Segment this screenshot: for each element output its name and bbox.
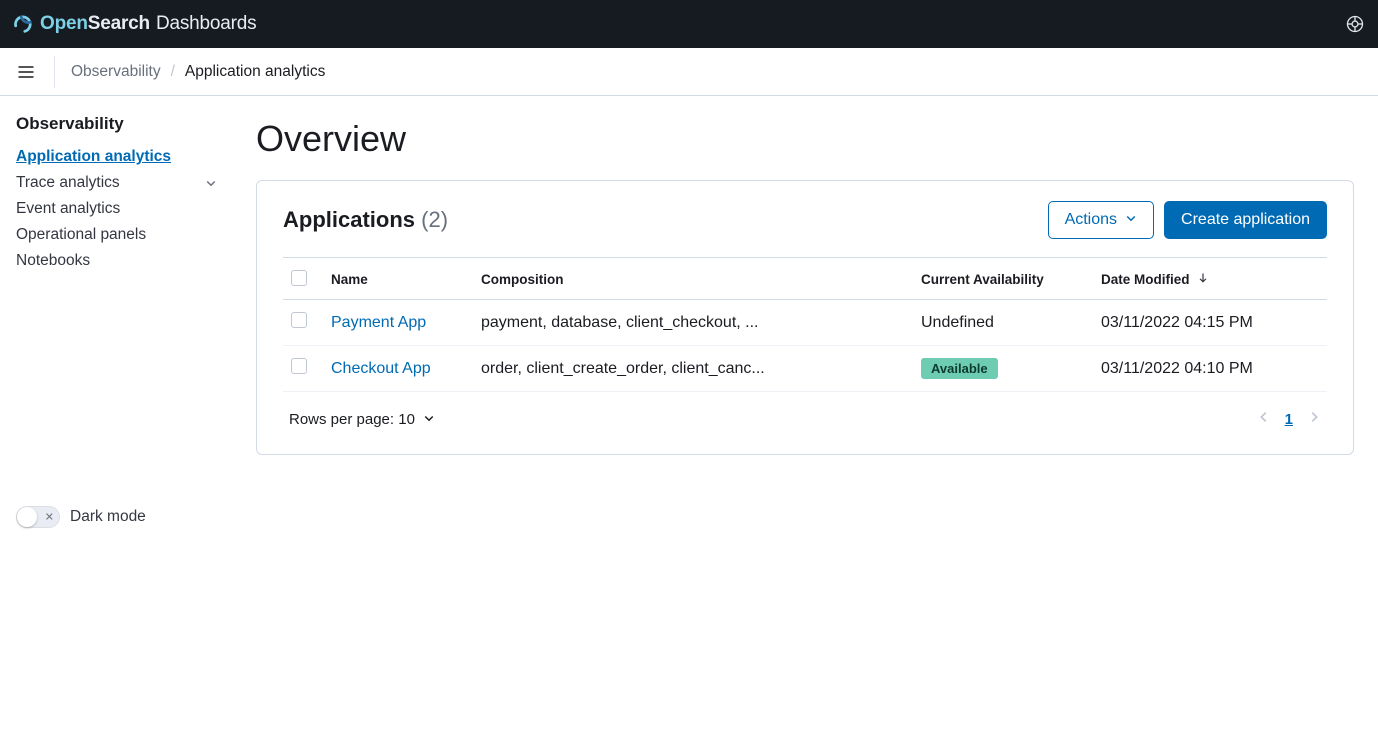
row-composition: payment, database, client_checkout, ... bbox=[473, 300, 913, 346]
sidebar: Observability Application analytics Trac… bbox=[0, 96, 232, 738]
select-all-checkbox[interactable] bbox=[291, 270, 307, 286]
panel-title: Applications (2) bbox=[283, 207, 448, 233]
col-availability[interactable]: Current Availability bbox=[913, 258, 1093, 300]
page-title: Overview bbox=[256, 118, 1354, 160]
breadcrumb-bar: Observability / Application analytics bbox=[0, 48, 1378, 96]
pager-next-icon[interactable] bbox=[1307, 410, 1321, 428]
content-area: Overview Applications (2) Actions Create… bbox=[232, 96, 1378, 738]
sidebar-item-trace-analytics[interactable]: Trace analytics bbox=[16, 170, 219, 196]
dark-mode-label: Dark mode bbox=[70, 508, 146, 526]
help-icon[interactable] bbox=[1344, 13, 1366, 35]
rows-per-page-label: Rows per page: 10 bbox=[289, 411, 415, 428]
menu-toggle-icon[interactable] bbox=[14, 60, 38, 84]
sidebar-item-application-analytics[interactable]: Application analytics bbox=[16, 144, 219, 170]
app-link[interactable]: Checkout App bbox=[331, 360, 431, 377]
sidebar-item-operational-panels[interactable]: Operational panels bbox=[16, 222, 219, 248]
breadcrumb-current: Application analytics bbox=[185, 63, 325, 81]
create-label: Create application bbox=[1181, 211, 1310, 229]
row-checkbox[interactable] bbox=[291, 358, 307, 374]
row-availability: Undefined bbox=[921, 314, 994, 331]
row-date: 03/11/2022 04:15 PM bbox=[1093, 300, 1327, 346]
pager-page-number[interactable]: 1 bbox=[1285, 411, 1293, 428]
table-footer: Rows per page: 10 1 bbox=[283, 392, 1327, 430]
col-date-modified[interactable]: Date Modified bbox=[1093, 258, 1327, 300]
chevron-down-icon bbox=[423, 411, 435, 428]
sidebar-item-label: Operational panels bbox=[16, 226, 146, 244]
divider bbox=[54, 56, 55, 88]
actions-button[interactable]: Actions bbox=[1048, 201, 1154, 239]
app-link[interactable]: Payment App bbox=[331, 314, 426, 331]
rows-per-page-selector[interactable]: Rows per page: 10 bbox=[289, 411, 435, 428]
pager: 1 bbox=[1257, 410, 1321, 428]
panel-title-text: Applications bbox=[283, 207, 415, 232]
opensearch-logo-icon bbox=[12, 13, 34, 35]
col-select-all bbox=[283, 258, 323, 300]
panel-actions: Actions Create application bbox=[1048, 201, 1327, 239]
actions-label: Actions bbox=[1065, 211, 1117, 229]
pager-prev-icon[interactable] bbox=[1257, 410, 1271, 428]
dark-mode-toggle-row: ✕ Dark mode bbox=[16, 506, 146, 528]
table-header-row: Name Composition Current Availability Da… bbox=[283, 258, 1327, 300]
row-date: 03/11/2022 04:10 PM bbox=[1093, 346, 1327, 392]
create-application-button[interactable]: Create application bbox=[1164, 201, 1327, 239]
table-row: Payment App payment, database, client_ch… bbox=[283, 300, 1327, 346]
switch-thumb bbox=[17, 507, 37, 527]
brand[interactable]: OpenSearch Dashboards bbox=[12, 13, 256, 35]
sidebar-item-notebooks[interactable]: Notebooks bbox=[16, 248, 219, 274]
row-checkbox[interactable] bbox=[291, 312, 307, 328]
sidebar-item-label: Notebooks bbox=[16, 252, 90, 270]
col-date-modified-label: Date Modified bbox=[1101, 272, 1190, 287]
sidebar-item-event-analytics[interactable]: Event analytics bbox=[16, 196, 219, 222]
brand-dash: Dashboards bbox=[156, 13, 256, 34]
brand-search: Search bbox=[88, 13, 150, 34]
brand-open: Open bbox=[40, 13, 88, 34]
panel-header: Applications (2) Actions Create applicat… bbox=[283, 201, 1327, 239]
breadcrumb-sep: / bbox=[171, 63, 175, 81]
row-composition: order, client_create_order, client_canc.… bbox=[473, 346, 913, 392]
dark-mode-switch[interactable]: ✕ bbox=[16, 506, 60, 528]
breadcrumb: Observability / Application analytics bbox=[71, 63, 325, 81]
brand-text: OpenSearch Dashboards bbox=[40, 13, 256, 35]
sidebar-item-label: Event analytics bbox=[16, 200, 120, 218]
sidebar-item-label: Trace analytics bbox=[16, 174, 120, 192]
col-name[interactable]: Name bbox=[323, 258, 473, 300]
table-row: Checkout App order, client_create_order,… bbox=[283, 346, 1327, 392]
panel-title-count: (2) bbox=[421, 207, 448, 232]
applications-table: Name Composition Current Availability Da… bbox=[283, 257, 1327, 430]
close-icon: ✕ bbox=[45, 511, 54, 524]
breadcrumb-root[interactable]: Observability bbox=[71, 63, 161, 81]
sidebar-title: Observability bbox=[16, 114, 219, 134]
chevron-down-icon bbox=[1125, 211, 1137, 229]
chevron-down-icon bbox=[205, 176, 219, 190]
sidebar-item-label: Application analytics bbox=[16, 148, 171, 166]
col-composition[interactable]: Composition bbox=[473, 258, 913, 300]
row-availability-badge: Available bbox=[921, 358, 998, 379]
top-bar: OpenSearch Dashboards bbox=[0, 0, 1378, 48]
sort-desc-icon bbox=[1197, 272, 1209, 287]
applications-panel: Applications (2) Actions Create applicat… bbox=[256, 180, 1354, 455]
